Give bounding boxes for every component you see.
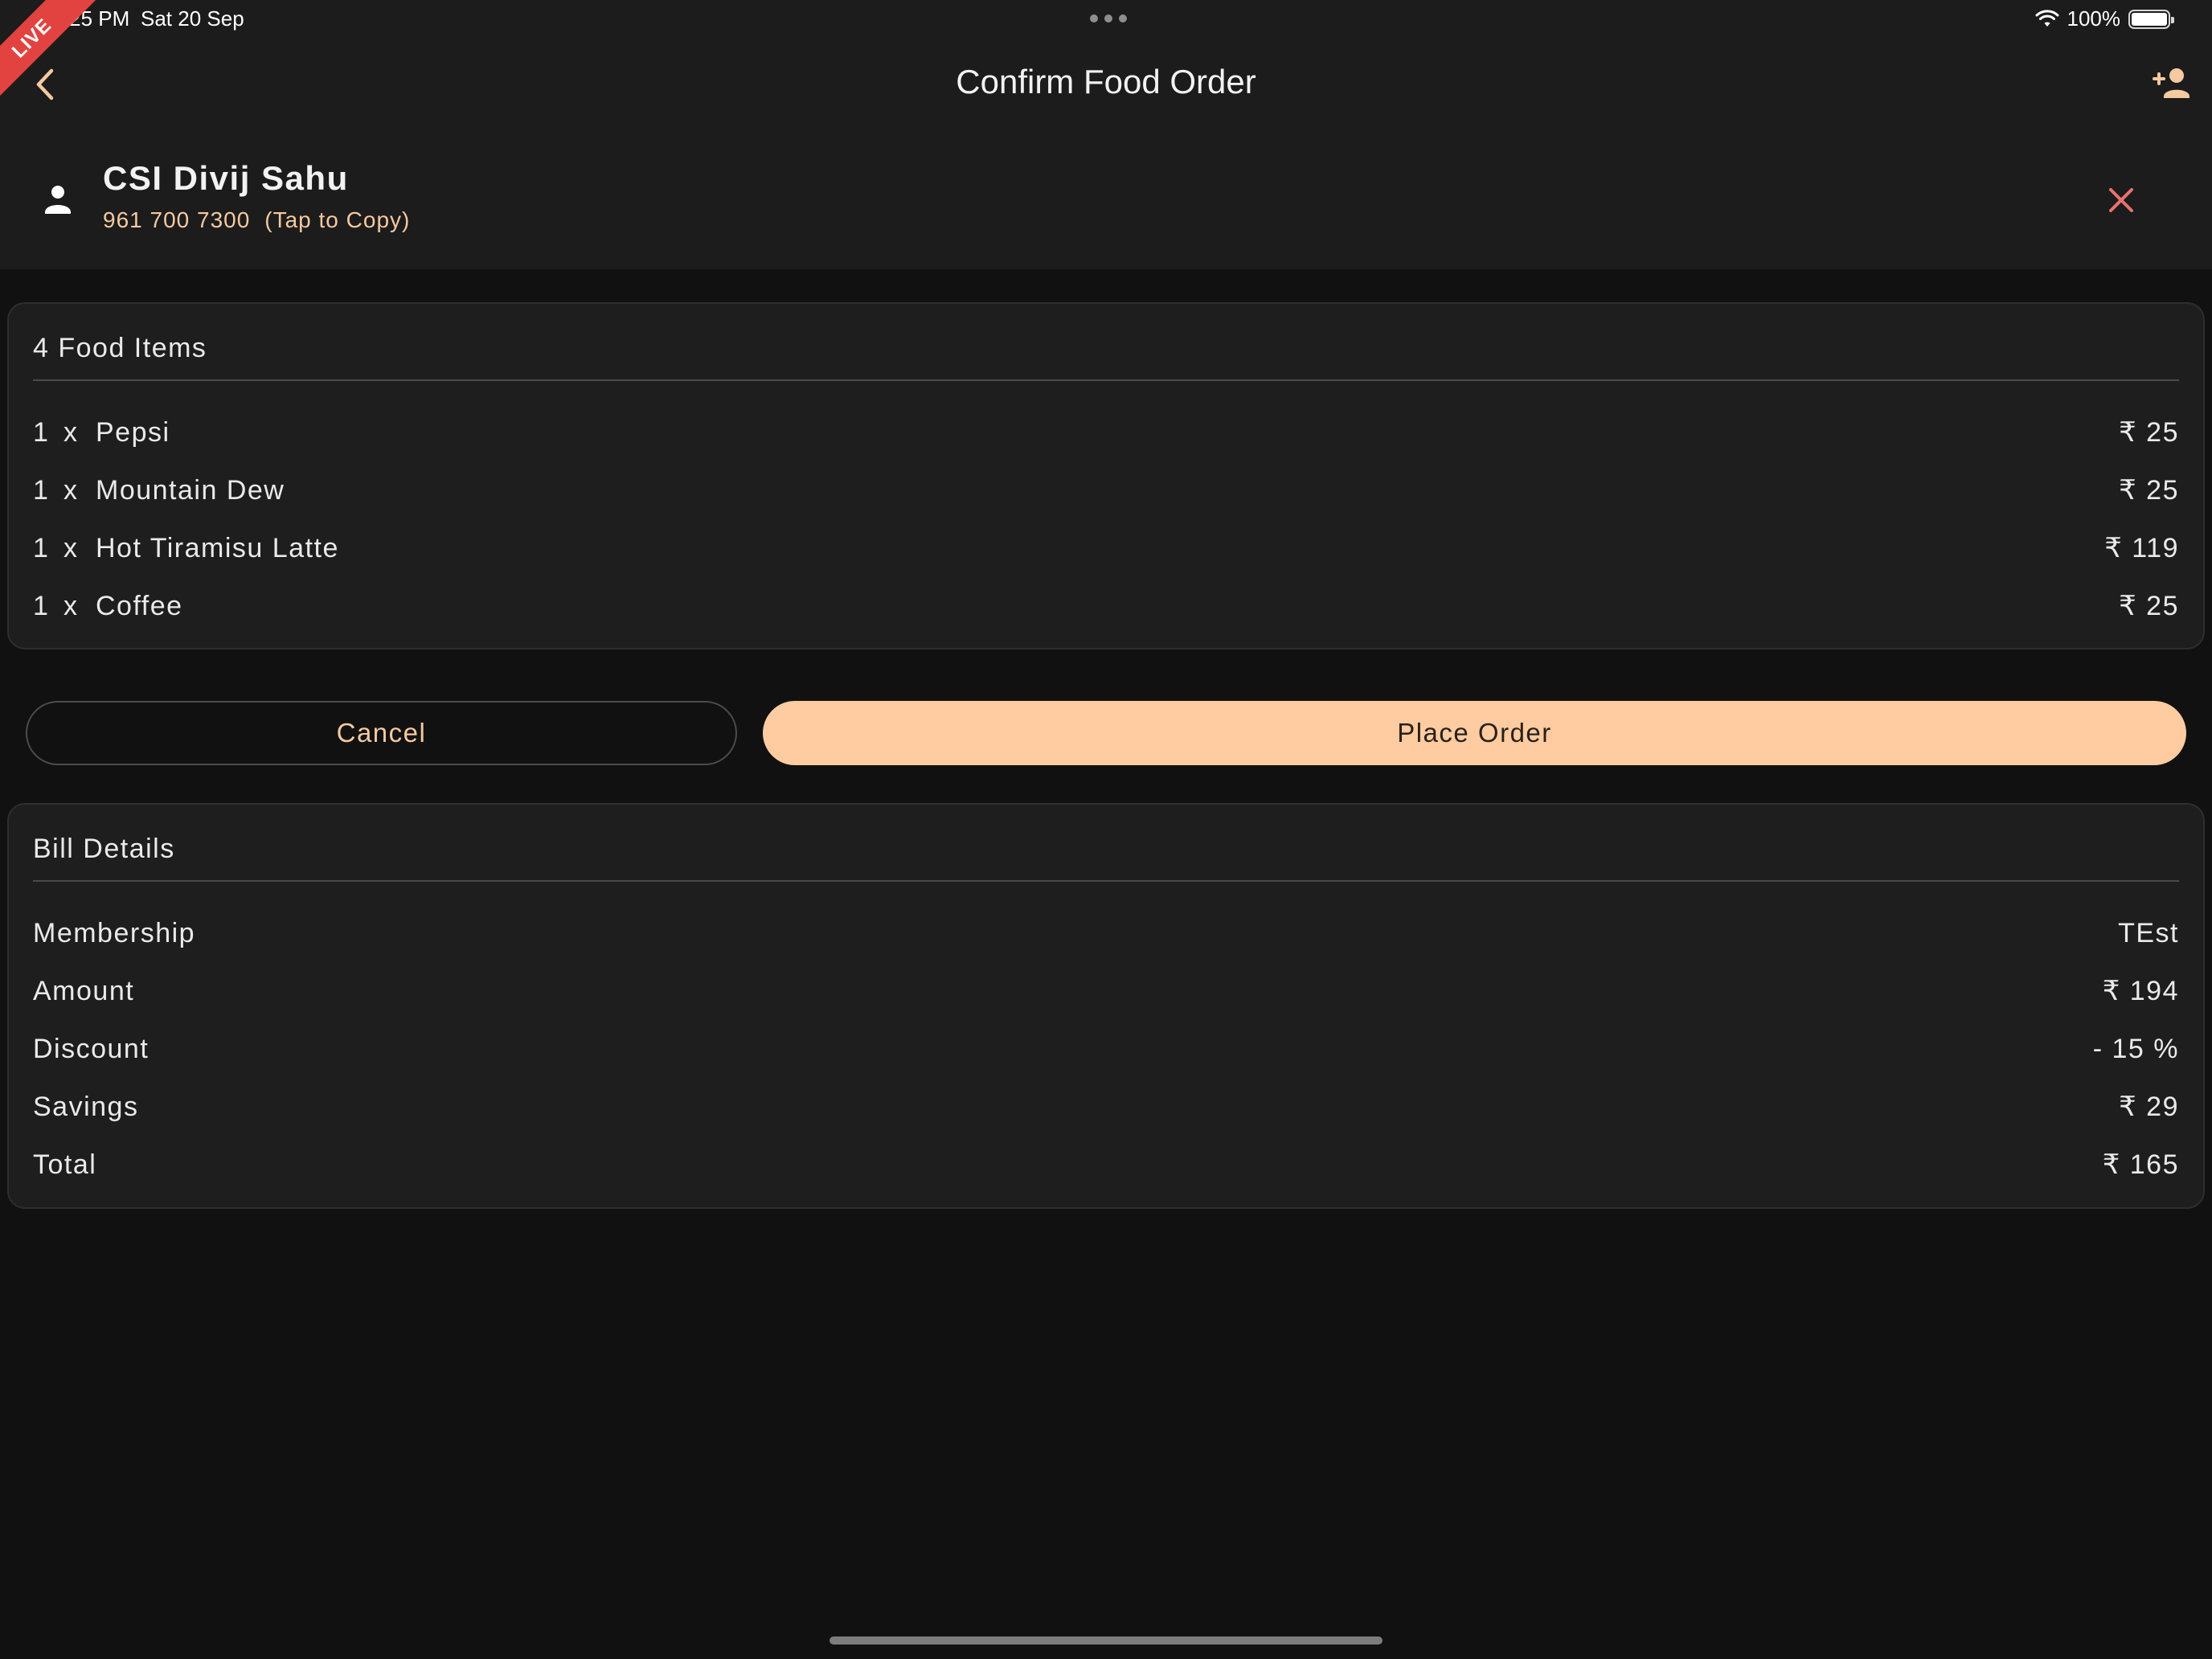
bill-details-header: Bill Details: [33, 834, 175, 864]
item-multiplier: x: [63, 474, 79, 506]
bill-label: Savings: [33, 1091, 139, 1122]
place-order-button[interactable]: Place Order: [763, 701, 2186, 765]
item-name: Hot Tiramisu Latte: [96, 532, 339, 563]
bill-details-card: Bill Details Membership TEst Amount ₹ 19…: [7, 803, 2205, 1209]
home-indicator[interactable]: [830, 1636, 1382, 1645]
food-items-header: 4 Food Items: [33, 333, 207, 363]
bill-label: Total: [33, 1149, 97, 1180]
food-items-card: 4 Food Items 1 x Pepsi ₹ 25 1 x Mountain Dew…: [7, 302, 2205, 649]
bill-label: Discount: [33, 1033, 150, 1064]
bill-row-membership: Membership TEst: [33, 904, 2179, 962]
bill-value: - 15 %: [2092, 1033, 2179, 1064]
status-date: Sat 20 Sep: [141, 6, 244, 31]
item-quantity: 1: [33, 474, 50, 506]
person-add-icon: [2153, 68, 2189, 98]
bill-value: ₹ 29: [2119, 1092, 2179, 1122]
item-multiplier: x: [63, 532, 79, 563]
item-quantity: 1: [33, 590, 50, 621]
item-name: Mountain Dew: [96, 474, 285, 506]
divider: [33, 880, 2179, 882]
page-title: Confirm Food Order: [956, 63, 1256, 100]
item-name: Pepsi: [96, 416, 170, 448]
customer-phone-copy[interactable]: 961 700 7300 (Tap to Copy): [103, 207, 410, 233]
item-price: ₹ 25: [2119, 417, 2179, 448]
bill-value: ₹ 194: [2102, 976, 2179, 1006]
close-icon: [2109, 188, 2133, 212]
header: 12:25 PM Sat 20 Sep 100% LIVE Confirm Fo…: [0, 0, 2212, 269]
bill-row-amount: Amount ₹ 194: [33, 962, 2179, 1020]
bill-row-total: Total ₹ 165: [33, 1136, 2179, 1194]
food-items-list: 1 x Pepsi ₹ 25 1 x Mountain Dew ₹ 25 1 x Hot T…: [33, 403, 2179, 635]
battery-icon: [2128, 9, 2174, 29]
avatar: [42, 183, 74, 215]
add-user-button[interactable]: [2151, 66, 2193, 101]
item-multiplier: x: [63, 590, 79, 621]
list-item: 1 x Mountain Dew ₹ 25: [33, 461, 2179, 519]
bill-value: TEst: [2118, 917, 2179, 948]
multitasking-dots-icon[interactable]: [1090, 14, 1127, 23]
bill-row-discount: Discount - 15 %: [33, 1020, 2179, 1078]
bill-label: Amount: [33, 975, 135, 1006]
screen: 12:25 PM Sat 20 Sep 100% LIVE Confirm Fo…: [0, 0, 2212, 1659]
bill-rows: Membership TEst Amount ₹ 194 Discount - …: [33, 904, 2179, 1194]
bill-row-savings: Savings ₹ 29: [33, 1078, 2179, 1136]
divider: [33, 379, 2179, 381]
status-indicators: 100%: [2035, 6, 2174, 31]
person-icon: [45, 186, 71, 214]
bill-label: Membership: [33, 917, 196, 948]
cancel-button[interactable]: Cancel: [26, 701, 737, 765]
list-item: 1 x Coffee ₹ 25: [33, 577, 2179, 635]
item-price: ₹ 119: [2104, 533, 2179, 563]
item-quantity: 1: [33, 416, 50, 448]
item-quantity: 1: [33, 532, 50, 563]
copy-hint: (Tap to Copy): [264, 207, 411, 232]
item-name: Coffee: [96, 590, 183, 621]
battery-percent: 100%: [2067, 6, 2121, 31]
bill-value: ₹ 165: [2102, 1149, 2179, 1180]
customer-phone-number: 961 700 7300: [103, 207, 251, 232]
item-multiplier: x: [63, 416, 79, 448]
remove-customer-button[interactable]: [2104, 183, 2138, 217]
item-price: ₹ 25: [2119, 591, 2179, 621]
item-price: ₹ 25: [2119, 475, 2179, 506]
list-item: 1 x Pepsi ₹ 25: [33, 403, 2179, 461]
customer-name: CSI Divij Sahu: [103, 159, 349, 197]
list-item: 1 x Hot Tiramisu Latte ₹ 119: [33, 519, 2179, 577]
wifi-icon: [2035, 9, 2058, 27]
